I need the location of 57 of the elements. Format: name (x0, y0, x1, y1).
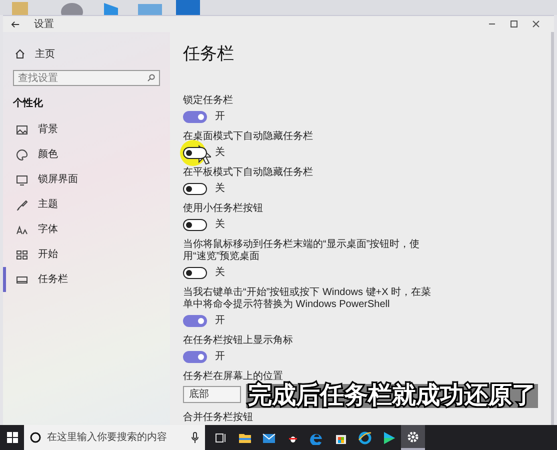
palette-icon (16, 148, 28, 160)
sidebar-item[interactable]: 背景 (3, 117, 170, 142)
setting-label: 任务栏在屏幕上的位置 (183, 370, 284, 382)
setting-label: 在平板模式下自动隐藏任务栏 (183, 166, 314, 178)
search-field[interactable]: 查找设置 (13, 70, 160, 86)
toggle-state-text: 关 (215, 218, 225, 232)
mail-icon (262, 430, 276, 444)
setting-label: 当我右键单击“开始”按钮或按下 Windows 键+X 时，在菜单中将命令提示符替换为 Windows PowerShell (183, 286, 432, 310)
section-heading: 个性化 (12, 96, 44, 111)
back-arrow-icon[interactable] (11, 20, 20, 28)
toggle-state-text: 开 (215, 314, 225, 328)
page-title: 任务栏 (183, 43, 235, 65)
browser-icon (358, 430, 372, 444)
sidebar-item[interactable]: 颜色 (3, 142, 170, 167)
sidebar-item[interactable]: 主题 (3, 192, 170, 217)
toggle-switch[interactable] (183, 182, 207, 194)
toggle-switch[interactable] (183, 314, 207, 326)
home-icon (15, 49, 25, 59)
toggle-state-text: 开 (215, 350, 225, 364)
microphone-icon[interactable] (191, 432, 199, 443)
search-icon (147, 74, 155, 82)
task-view-icon (214, 430, 228, 444)
close-icon[interactable] (532, 20, 540, 28)
maximize-icon[interactable] (510, 20, 518, 28)
gear-icon (406, 430, 420, 444)
picture-frame-icon (16, 124, 28, 136)
circle-icon (30, 432, 41, 443)
setting-label: 当你将鼠标移动到任务栏末端的“显示桌面”按钮时，使用“速览”预览桌面 (183, 238, 421, 262)
sidebar-item[interactable]: 开始 (3, 242, 170, 267)
sidebar-item[interactable]: 任务栏 (3, 267, 170, 292)
taskbar-search-field[interactable]: 在这里输入你要搜索的内容 (24, 425, 205, 450)
windows-logo-icon (6, 432, 18, 443)
setting-label: 锁定任务栏 (183, 94, 234, 106)
toggle-switch[interactable] (183, 110, 207, 122)
toggle-switch[interactable] (183, 350, 207, 362)
toggle-state-text: 关 (215, 182, 225, 196)
taskbar-icon (16, 274, 28, 286)
window-title: 设置 (34, 18, 54, 32)
toggle-state-text: 开 (215, 110, 225, 124)
position-dropdown[interactable]: 底部 (183, 386, 241, 402)
taskbar-app-button[interactable] (401, 425, 425, 450)
home-link[interactable]: 主页 (3, 44, 170, 64)
setting-label: 在桌面模式下自动隐藏任务栏 (183, 130, 314, 142)
toggle-switch[interactable] (183, 218, 207, 230)
font-icon (16, 224, 28, 236)
sidebar-item[interactable]: 字体 (3, 217, 170, 242)
setting-label: 合并任务栏按钮 (183, 412, 254, 424)
play-icon (382, 430, 396, 444)
grid-icon (16, 248, 28, 260)
toggle-state-text: 关 (215, 266, 225, 280)
sidebar-item[interactable]: 锁屏界面 (3, 167, 170, 192)
brush-icon (16, 198, 28, 210)
monitor-icon (16, 174, 28, 186)
setting-label: 在任务栏按钮上显示角标 (183, 334, 294, 346)
toggle-state-text: 关 (215, 146, 225, 160)
setting-label: 使用小任务栏按钮 (183, 202, 264, 214)
toggle-switch[interactable] (183, 266, 207, 278)
